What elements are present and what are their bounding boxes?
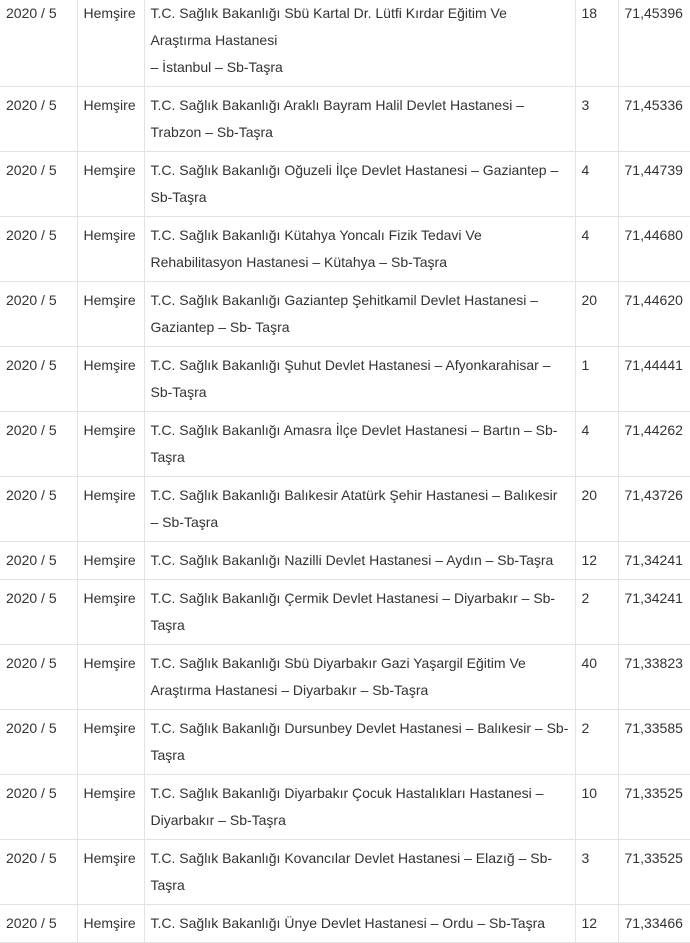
- institution-cell: T.C. Sağlık Bakanlığı Sbü Kartal Dr. Lüt…: [143, 0, 576, 87]
- institution-cell: T.C. Sağlık Bakanlığı Diyarbakır Çocuk H…: [143, 774, 576, 840]
- period-cell: 2020 / 5: [0, 709, 78, 775]
- institution-suffix: – İstanbul – Sb-Taşra: [150, 59, 283, 75]
- institution-cell: T.C. Sağlık Bakanlığı Şuhut Devlet Hasta…: [143, 346, 576, 412]
- period-cell: 2020 / 5: [0, 216, 78, 282]
- institution-cell: T.C. Sağlık Bakanlığı Dursunbey Devlet H…: [143, 709, 576, 775]
- score-cell: 71,33823: [617, 644, 690, 710]
- position-cell: Hemşire: [76, 476, 145, 542]
- period-cell: 2020 / 5: [0, 86, 78, 152]
- quota-cell: 2: [574, 579, 619, 645]
- table-row: 2020 / 5 Hemşire T.C. Sağlık Bakanlığı S…: [0, 644, 690, 710]
- results-table-body: 2020 / 5 Hemşire T.C. Sağlık Bakanlığı S…: [0, 0, 690, 943]
- position-cell: Hemşire: [76, 644, 145, 710]
- institution-cell: T.C. Sağlık Bakanlığı Araklı Bayram Hali…: [143, 86, 576, 152]
- period-cell: 2020 / 5: [0, 541, 78, 580]
- position-cell: Hemşire: [76, 216, 145, 282]
- position-cell: Hemşire: [76, 0, 145, 87]
- institution-cell: T.C. Sağlık Bakanlığı Gaziantep Şehitkam…: [143, 281, 576, 347]
- institution-name: T.C. Sağlık Bakanlığı Sbü Kartal Dr. Lüt…: [150, 5, 507, 48]
- period-cell: 2020 / 5: [0, 151, 78, 217]
- position-cell: Hemşire: [76, 904, 145, 943]
- quota-cell: 3: [574, 839, 619, 905]
- table-row: 2020 / 5 Hemşire T.C. Sağlık Bakanlığı D…: [0, 709, 690, 775]
- position-cell: Hemşire: [76, 86, 145, 152]
- period-cell: 2020 / 5: [0, 839, 78, 905]
- table-row: 2020 / 5 Hemşire T.C. Sağlık Bakanlığı N…: [0, 541, 690, 580]
- score-cell: 71,33525: [617, 839, 690, 905]
- score-cell: 71,33585: [617, 709, 690, 775]
- period-cell: 2020 / 5: [0, 476, 78, 542]
- position-cell: Hemşire: [76, 346, 145, 412]
- quota-cell: 20: [574, 476, 619, 542]
- position-cell: Hemşire: [76, 709, 145, 775]
- quota-cell: 4: [574, 151, 619, 217]
- institution-cell: T.C. Sağlık Bakanlığı Nazilli Devlet Has…: [143, 541, 576, 580]
- institution-cell: T.C. Sağlık Bakanlığı Kütahya Yoncalı Fi…: [143, 216, 576, 282]
- results-table: 2020 / 5 Hemşire T.C. Sağlık Bakanlığı S…: [0, 0, 690, 943]
- score-cell: 71,44441: [617, 346, 690, 412]
- table-row: 2020 / 5 Hemşire T.C. Sağlık Bakanlığı A…: [0, 411, 690, 477]
- table-row: 2020 / 5 Hemşire T.C. Sağlık Bakanlığı Ü…: [0, 904, 690, 943]
- table-row: 2020 / 5 Hemşire T.C. Sağlık Bakanlığı Ş…: [0, 346, 690, 412]
- institution-cell: T.C. Sağlık Bakanlığı Sbü Diyarbakır Gaz…: [143, 644, 576, 710]
- quota-cell: 20: [574, 281, 619, 347]
- table-row: 2020 / 5 Hemşire T.C. Sağlık Bakanlığı D…: [0, 774, 690, 840]
- institution-cell: T.C. Sağlık Bakanlığı Amasra İlçe Devlet…: [143, 411, 576, 477]
- quota-cell: 4: [574, 411, 619, 477]
- score-cell: 71,33466: [617, 904, 690, 943]
- quota-cell: 12: [574, 541, 619, 580]
- institution-cell: T.C. Sağlık Bakanlığı Çermik Devlet Hast…: [143, 579, 576, 645]
- position-cell: Hemşire: [76, 411, 145, 477]
- quota-cell: 1: [574, 346, 619, 412]
- position-cell: Hemşire: [76, 774, 145, 840]
- institution-cell: T.C. Sağlık Bakanlığı Kovancılar Devlet …: [143, 839, 576, 905]
- position-cell: Hemşire: [76, 151, 145, 217]
- period-cell: 2020 / 5: [0, 411, 78, 477]
- score-cell: 71,34241: [617, 579, 690, 645]
- table-row: 2020 / 5 Hemşire T.C. Sağlık Bakanlığı K…: [0, 216, 690, 282]
- position-cell: Hemşire: [76, 541, 145, 580]
- period-cell: 2020 / 5: [0, 904, 78, 943]
- table-row: 2020 / 5 Hemşire T.C. Sağlık Bakanlığı S…: [0, 0, 690, 87]
- score-cell: 71,44739: [617, 151, 690, 217]
- institution-cell: T.C. Sağlık Bakanlığı Ünye Devlet Hastan…: [143, 904, 576, 943]
- table-row: 2020 / 5 Hemşire T.C. Sağlık Bakanlığı O…: [0, 151, 690, 217]
- period-cell: 2020 / 5: [0, 0, 78, 87]
- quota-cell: 3: [574, 86, 619, 152]
- score-cell: 71,34241: [617, 541, 690, 580]
- institution-cell: T.C. Sağlık Bakanlığı Oğuzeli İlçe Devle…: [143, 151, 576, 217]
- institution-cell: T.C. Sağlık Bakanlığı Balıkesir Atatürk …: [143, 476, 576, 542]
- quota-cell: 40: [574, 644, 619, 710]
- period-cell: 2020 / 5: [0, 774, 78, 840]
- period-cell: 2020 / 5: [0, 644, 78, 710]
- quota-cell: 12: [574, 904, 619, 943]
- period-cell: 2020 / 5: [0, 281, 78, 347]
- quota-cell: 18: [574, 0, 619, 87]
- table-row: 2020 / 5 Hemşire T.C. Sağlık Bakanlığı K…: [0, 839, 690, 905]
- score-cell: 71,45336: [617, 86, 690, 152]
- score-cell: 71,33525: [617, 774, 690, 840]
- table-row: 2020 / 5 Hemşire T.C. Sağlık Bakanlığı A…: [0, 86, 690, 152]
- score-cell: 71,43726: [617, 476, 690, 542]
- score-cell: 71,44262: [617, 411, 690, 477]
- score-cell: 71,45396: [617, 0, 690, 87]
- period-cell: 2020 / 5: [0, 579, 78, 645]
- position-cell: Hemşire: [76, 281, 145, 347]
- position-cell: Hemşire: [76, 579, 145, 645]
- score-cell: 71,44680: [617, 216, 690, 282]
- quota-cell: 10: [574, 774, 619, 840]
- table-row: 2020 / 5 Hemşire T.C. Sağlık Bakanlığı Ç…: [0, 579, 690, 645]
- quota-cell: 4: [574, 216, 619, 282]
- score-cell: 71,44620: [617, 281, 690, 347]
- period-cell: 2020 / 5: [0, 346, 78, 412]
- table-row: 2020 / 5 Hemşire T.C. Sağlık Bakanlığı G…: [0, 281, 690, 347]
- quota-cell: 2: [574, 709, 619, 775]
- table-row: 2020 / 5 Hemşire T.C. Sağlık Bakanlığı B…: [0, 476, 690, 542]
- position-cell: Hemşire: [76, 839, 145, 905]
